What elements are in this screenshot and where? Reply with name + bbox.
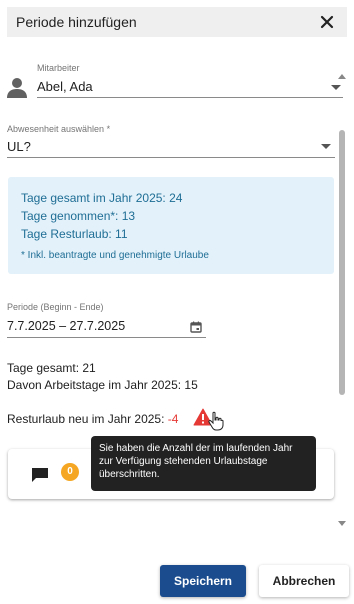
- arbeitstage: Davon Arbeitstage im Jahr 2025: 15: [7, 378, 198, 392]
- dialog-title: Periode hinzufügen: [16, 14, 137, 30]
- comment-count-badge: 0: [61, 463, 79, 481]
- warning-tooltip: Sie haben die Anzahl der im laufenden Ja…: [91, 436, 316, 491]
- resturlaub-value: -4: [167, 412, 179, 426]
- abwesenheit-underline: [7, 157, 335, 158]
- info-total-days: Tage gesamt im Jahr 2025: 24: [21, 191, 183, 205]
- vacation-info-box: Tage gesamt im Jahr 2025: 24 Tage genomm…: [8, 177, 334, 274]
- scroll-down-arrow[interactable]: [338, 521, 346, 526]
- tage-gesamt: Tage gesamt: 21: [7, 361, 96, 375]
- comment-icon: [32, 468, 48, 482]
- person-icon: [7, 78, 27, 98]
- chevron-down-icon[interactable]: [321, 144, 331, 149]
- calendar-icon[interactable]: [189, 320, 203, 334]
- resturlaub-neu: Resturlaub neu im Jahr 2025: -4: [7, 412, 178, 426]
- info-days-remaining: Tage Resturlaub: 11: [21, 227, 128, 241]
- resturlaub-label: Resturlaub neu im Jahr 2025:: [7, 412, 168, 426]
- periode-label: Periode (Beginn - Ende): [7, 302, 104, 312]
- cancel-button[interactable]: Abbrechen: [259, 565, 349, 597]
- mitarbeiter-underline: [37, 97, 343, 98]
- abwesenheit-label: Abwesenheit auswählen *: [7, 124, 111, 134]
- close-icon: [320, 15, 334, 29]
- hand-cursor-icon: [208, 411, 224, 431]
- info-note: * Inkl. beantragte und genehmigte Urlaub…: [21, 250, 209, 261]
- abwesenheit-select[interactable]: UL?: [7, 139, 31, 154]
- scrollbar[interactable]: [336, 52, 350, 538]
- info-days-taken: Tage genommen*: 13: [21, 209, 136, 223]
- close-button[interactable]: [316, 11, 338, 33]
- mitarbeiter-label: Mitarbeiter: [37, 63, 80, 73]
- scroll-up-arrow[interactable]: [338, 74, 346, 79]
- dialog-header: Periode hinzufügen: [7, 7, 347, 37]
- periode-underline: [7, 337, 206, 338]
- save-button[interactable]: Speichern: [160, 565, 246, 597]
- scrollbar-thumb[interactable]: [339, 130, 345, 395]
- dialog-content: Mitarbeiter Abel, Ada Abwesenheit auswäh…: [0, 45, 354, 535]
- mitarbeiter-select[interactable]: Abel, Ada: [37, 79, 93, 94]
- periode-input[interactable]: 7.7.2025 – 27.7.2025: [7, 319, 125, 333]
